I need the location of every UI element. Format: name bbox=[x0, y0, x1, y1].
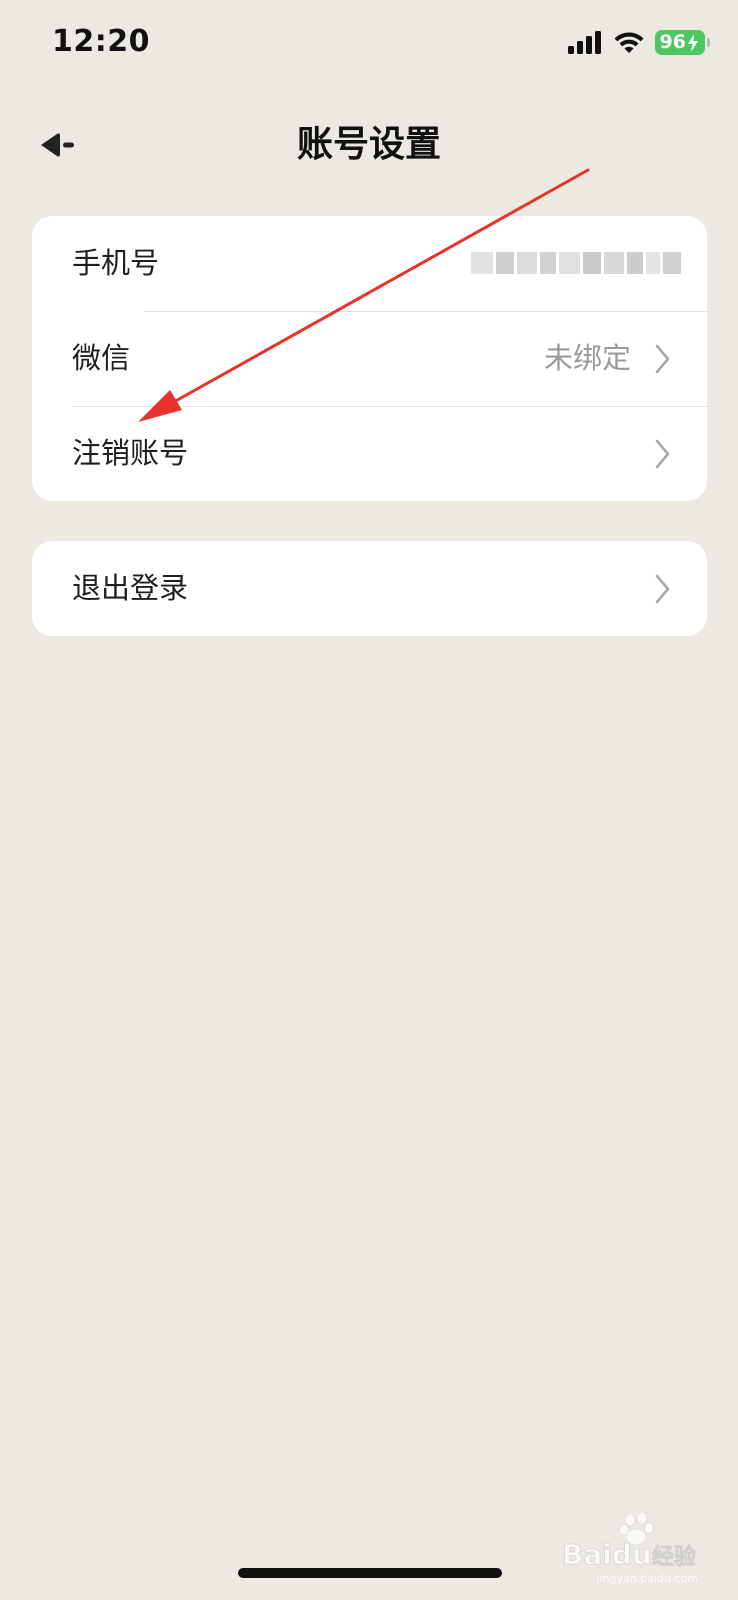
phone-number-label: 手机号 bbox=[72, 246, 160, 280]
wechat-label: 微信 bbox=[72, 341, 131, 375]
masked-phone-number bbox=[471, 246, 681, 280]
battery-body: 96 bbox=[654, 30, 705, 55]
battery-cap bbox=[707, 38, 710, 47]
chevron-right-icon bbox=[655, 344, 670, 374]
watermark-brand-cn: 经验 bbox=[652, 1544, 696, 1570]
chevron-right-icon bbox=[655, 574, 670, 604]
status-time: 12:20 bbox=[52, 24, 150, 59]
charging-bolt-icon bbox=[688, 33, 698, 52]
logout-label: 退出登录 bbox=[72, 571, 189, 605]
watermark-brand: Baidu bbox=[562, 1538, 652, 1571]
delete-account-row[interactable]: 注销账号 bbox=[32, 406, 707, 501]
cellular-signal-icon bbox=[567, 30, 601, 54]
wechat-row[interactable]: 微信 未绑定 bbox=[32, 311, 707, 406]
account-settings-card: 手机号 微信 未绑定 注销账号 bbox=[32, 216, 707, 501]
battery-icon: 96 bbox=[654, 30, 710, 55]
nav-bar: 账号设置 bbox=[0, 100, 738, 190]
watermark-domain: jingyan.baidu.com bbox=[596, 1572, 698, 1585]
status-bar: 12:20 96 bbox=[0, 0, 738, 90]
chevron-right-icon bbox=[655, 439, 670, 469]
logout-row[interactable]: 退出登录 bbox=[32, 541, 707, 636]
wifi-icon bbox=[614, 31, 644, 53]
home-indicator bbox=[238, 1568, 502, 1578]
wechat-binding-status: 未绑定 bbox=[543, 341, 631, 375]
delete-account-label: 注销账号 bbox=[72, 436, 189, 470]
status-icons: 96 bbox=[567, 30, 710, 55]
page-title: 账号设置 bbox=[296, 124, 441, 165]
baidu-watermark-logo: Baidu 经验 bbox=[562, 1511, 696, 1571]
battery-level: 96 bbox=[659, 31, 686, 53]
phone-number-row[interactable]: 手机号 bbox=[32, 216, 707, 311]
logout-card: 退出登录 bbox=[32, 541, 707, 636]
